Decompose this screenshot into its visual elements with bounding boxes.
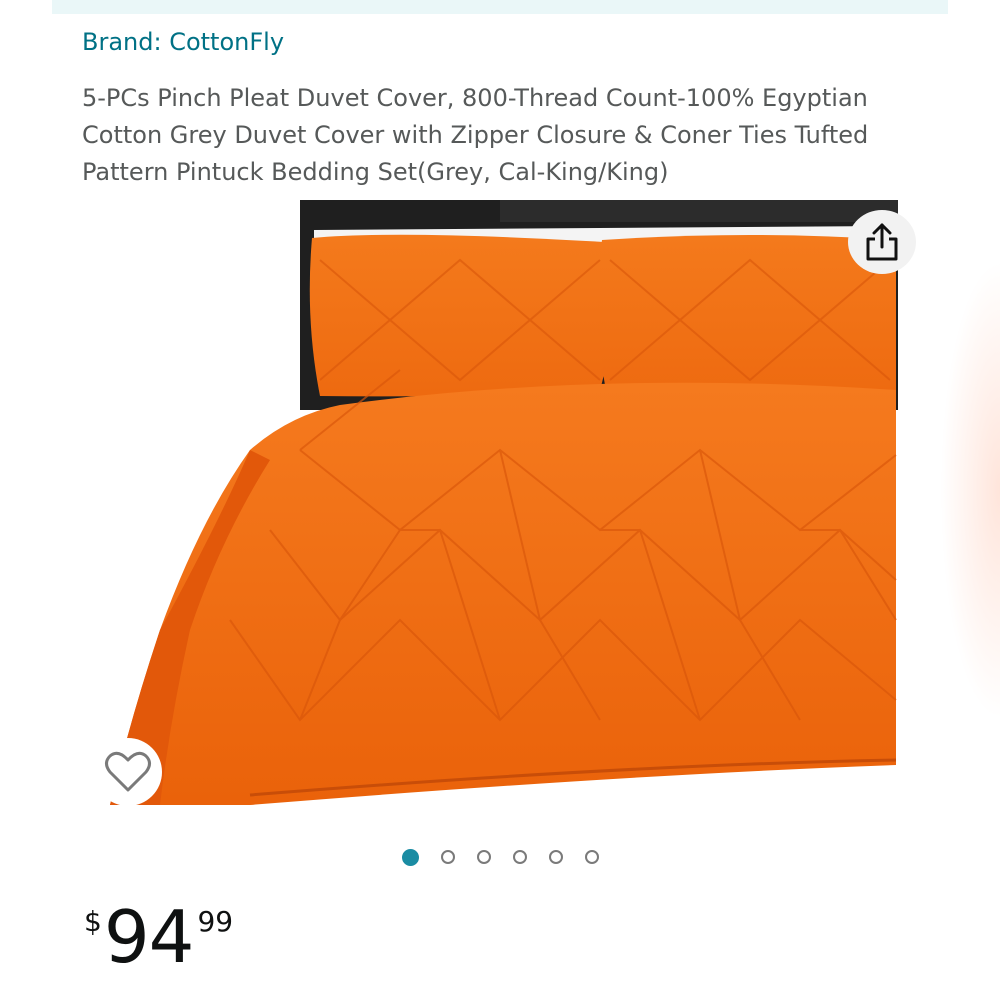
product-image[interactable] <box>100 200 900 810</box>
pillow-right <box>597 235 896 394</box>
carousel-dot-2[interactable] <box>440 850 455 864</box>
heart-outline-icon <box>105 751 151 792</box>
price: $ 94 99 <box>84 895 233 979</box>
pillow-left <box>309 234 612 397</box>
top-divider-strip <box>52 0 948 14</box>
carousel-dot-5[interactable] <box>548 850 563 864</box>
carousel-dot-4[interactable] <box>512 850 527 864</box>
carousel-edge-shadow <box>940 260 1000 720</box>
carousel-dot-3[interactable] <box>476 850 491 864</box>
duvet <box>110 382 896 805</box>
price-currency-symbol: $ <box>84 905 102 938</box>
wishlist-button[interactable] <box>94 738 162 806</box>
carousel-dot-6[interactable] <box>584 850 599 864</box>
share-button[interactable] <box>848 210 916 274</box>
headboard-top <box>500 200 898 222</box>
brand-link[interactable]: Brand: CottonFly <box>82 28 284 56</box>
share-icon <box>866 223 898 261</box>
product-page: Brand: CottonFly 5-PCs Pinch Pleat Duvet… <box>0 0 1000 1000</box>
product-title: 5-PCs Pinch Pleat Duvet Cover, 800-Threa… <box>82 84 869 186</box>
product-image-gallery[interactable] <box>100 200 900 810</box>
price-fraction: 99 <box>197 905 234 938</box>
price-whole: 94 <box>103 895 195 979</box>
carousel-dot-1[interactable] <box>401 849 419 866</box>
carousel-dots[interactable] <box>0 849 1000 866</box>
